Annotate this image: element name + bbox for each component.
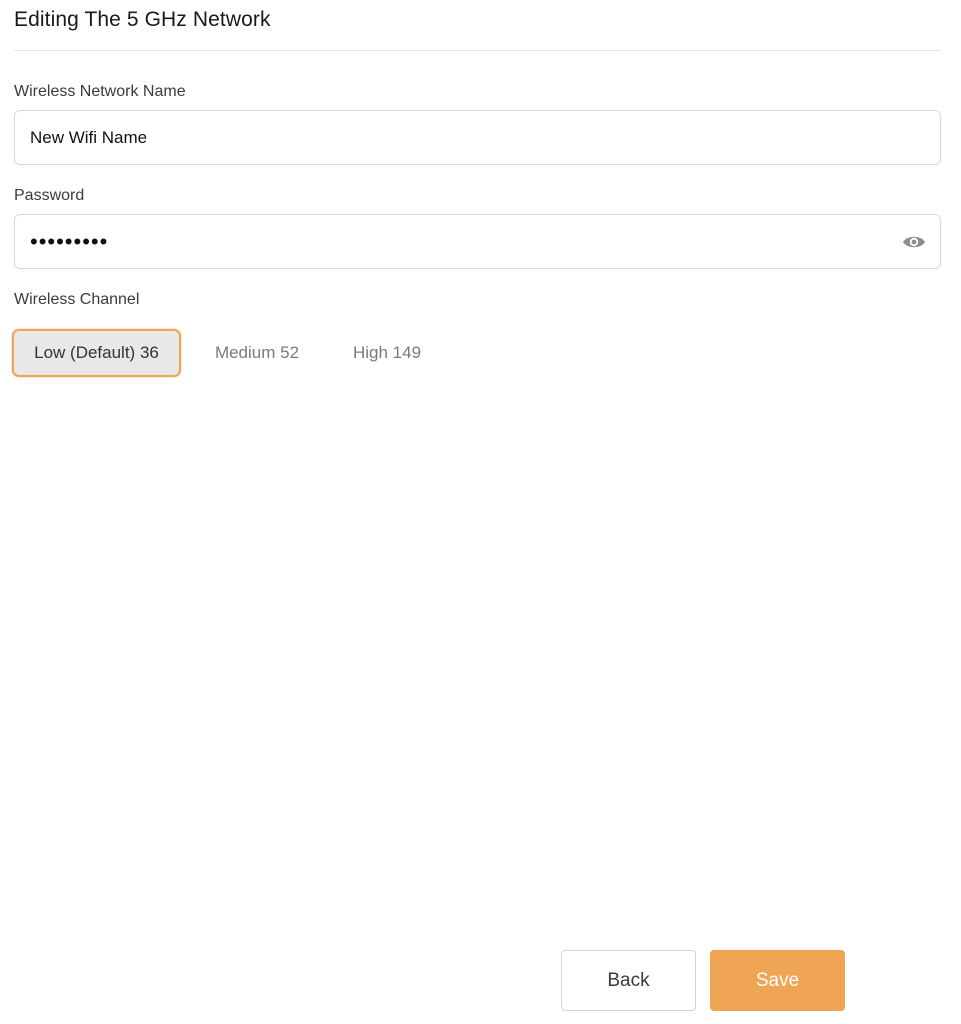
network-name-field[interactable] <box>14 110 941 165</box>
network-name-input[interactable] <box>30 111 890 164</box>
header-divider <box>14 50 941 51</box>
page-title: Editing The 5 GHz Network <box>14 8 271 31</box>
channel-option-high[interactable]: High 149 <box>337 329 437 377</box>
channel-label: Wireless Channel <box>14 291 140 308</box>
password-input[interactable] <box>30 215 890 268</box>
save-button[interactable]: Save <box>710 950 845 1011</box>
channel-option-medium[interactable]: Medium 52 <box>197 329 317 377</box>
back-button[interactable]: Back <box>561 950 696 1011</box>
password-field[interactable] <box>14 214 941 269</box>
password-label: Password <box>14 187 85 204</box>
channel-option-low[interactable]: Low (Default) 36 <box>12 329 181 377</box>
eye-icon[interactable] <box>902 232 926 252</box>
network-name-label: Wireless Network Name <box>14 83 186 100</box>
